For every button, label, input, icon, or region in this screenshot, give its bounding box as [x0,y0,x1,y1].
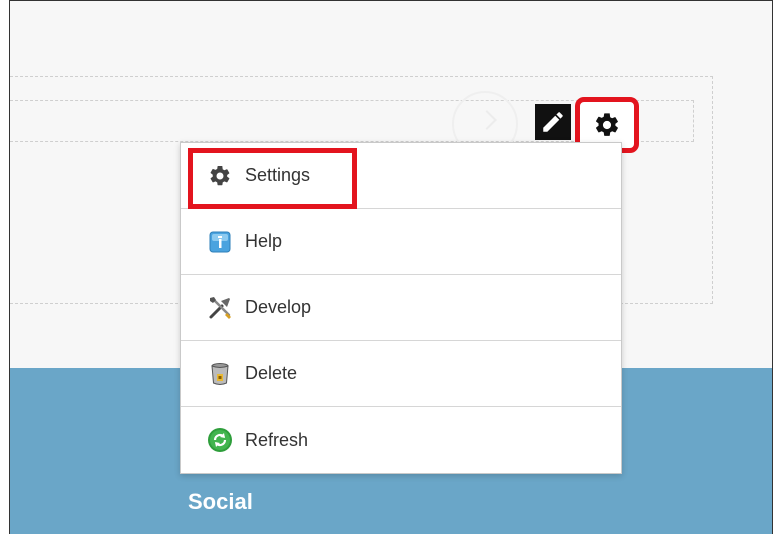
settings-dropdown-menu: Settings Help Develop Delete Refresh [180,142,622,474]
tools-icon [207,295,233,321]
menu-item-help[interactable]: Help [181,209,621,275]
trash-icon [207,361,233,387]
menu-item-label: Settings [245,165,311,185]
refresh-icon [207,427,233,453]
gear-icon [596,113,618,136]
pencil-icon [543,112,563,132]
menu-item-label: Refresh [245,429,309,450]
menu-item-label: Help [245,231,283,251]
menu-item-label: Delete [245,363,298,383]
menu-item-settings[interactable]: Settings [181,143,621,209]
menu-item-refresh[interactable]: Refresh [181,407,621,473]
menu-item-develop[interactable]: Develop [181,275,621,341]
menu-item-delete[interactable]: Delete [181,341,621,407]
social-section-title: Social [188,489,253,514]
edit-button[interactable] [535,104,571,140]
page-frame: Social Settings Help Develop Delete Refr… [9,0,773,534]
menu-item-label: Develop [245,297,312,317]
gear-icon [207,163,233,189]
help-icon [207,229,233,255]
